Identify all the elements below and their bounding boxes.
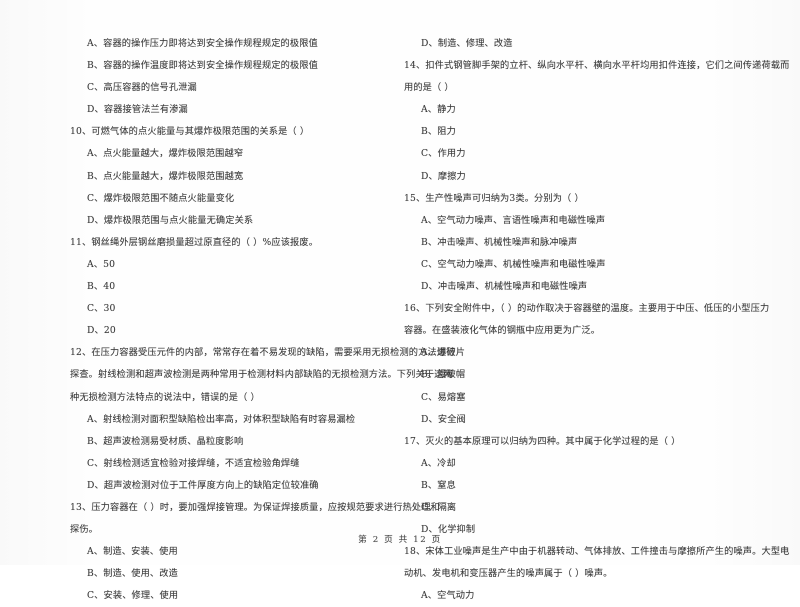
answer-option: D、爆炸极限范围与点火能量无确定关系 [87, 214, 254, 226]
answer-option: D、制造、修理、改造 [421, 38, 513, 49]
page-footer: 第 2 页 共 12 页 [358, 535, 442, 545]
question-stem: 13、压力容器在（ ）时，要加强焊接管理。为保证焊接质量，应按规范要求进行热处理… [70, 501, 440, 513]
question-stem: 12、在压力容器受压元件的内部，常常存在着不易发现的缺陷，需要采用无损检测的方法… [70, 347, 456, 359]
question-stem: 11、钢丝绳外层钢丝磨损量超过原直径的（ ）%应该报废。 [70, 236, 319, 248]
answer-option: D、容器接管法兰有渗漏 [87, 104, 188, 116]
answer-option: D、超声波检测对位于工件厚度方向上的缺陷定位较准确 [87, 479, 319, 491]
answer-option: A、爆破片 [421, 347, 466, 359]
answer-option: B、40 [87, 281, 116, 293]
question-stem: 17、灭火的基本原理可以归纳为四种。其中属于化学过程的是（ ） [404, 435, 681, 447]
answer-option: B、容器的操作温度即将达到安全操作规程规定的极限值 [87, 60, 319, 72]
question-stem: 14、扣件式钢管脚手架的立杆、纵向水平杆、横向水平杆均用扣件连接，它们之间传递荷… [404, 60, 790, 72]
answer-option: C、作用力 [421, 148, 466, 160]
question-stem-continuation: 容器。在盛装液化气体的钢瓶中应用更为广泛。 [404, 325, 601, 337]
answer-option: A、点火能量越大，爆炸极限范围越窄 [87, 148, 244, 160]
question-stem-continuation: 种无损检测方法特点的说法中，错误的是（ ） [70, 391, 260, 403]
answer-option: B、超声波检测易受材质、晶粒度影响 [87, 435, 244, 447]
answer-option: C、空气动力噪声、机械性噪声和电磁性噪声 [421, 258, 606, 270]
question-stem: 15、生产性噪声可归纳为3类。分别为（ ） [404, 192, 584, 204]
two-column-body: A、容器的操作压力即将达到安全操作规程规定的极限值 B、容器的操作温度即将达到安全… [0, 33, 800, 601]
answer-option: C、爆炸极限范围不随点火能量变化 [87, 192, 235, 204]
question-stem: 16、下列安全附件中，（ ）的动作取决于容器壁的温度。主要用于中压、低压的小型压… [404, 303, 770, 315]
answer-option: A、冷却 [421, 457, 456, 469]
answer-option: C、安装、修理、使用 [87, 590, 179, 602]
answer-option: B、阻力 [421, 126, 456, 138]
answer-option: B、冲击噪声、机械性噪声和脉冲噪声 [421, 236, 578, 248]
answer-option: A、射线检测对面积型缺陷检出率高，对体积型缺陷有时容易漏检 [87, 413, 356, 425]
question-stem-continuation: 探查。射线检测和超声波检测是两种常用于检测材料内部缺陷的无损检测方法。下列关于这… [70, 369, 453, 381]
answer-option: C、射线检测适宜检验对接焊缝，不适宜检验角焊缝 [87, 457, 300, 469]
answer-option: D、冲击噪声、机械性噪声和电磁性噪声 [421, 281, 588, 293]
answer-option: D、摩擦力 [421, 170, 466, 182]
answer-option: C、高压容器的信号孔泄漏 [87, 82, 197, 94]
question-stem: 10、可燃气体的点火能量与其爆炸极限范围的关系是（ ） [70, 126, 310, 138]
answer-option: A、空气动力 [421, 590, 475, 602]
answer-option: B、点火能量越大，爆炸极限范围越宽 [87, 170, 244, 182]
question-stem-continuation: 动机、发电机和变压器产生的噪声属于（ ）噪声。 [404, 568, 613, 580]
answer-option: D、20 [87, 325, 116, 337]
answer-option: A、静力 [421, 104, 456, 116]
question-stem-continuation: 用的是（ ） [404, 82, 454, 94]
answer-option: B、爆破帽 [421, 369, 466, 381]
answer-option: D、安全阀 [421, 413, 466, 425]
document-page: A、容器的操作压力即将达到安全操作规程规定的极限值 B、容器的操作温度即将达到安全… [0, 0, 800, 601]
answer-option: C、隔离 [421, 501, 457, 513]
answer-option: B、窒息 [421, 479, 456, 491]
answer-option: B、制造、使用、改造 [87, 568, 178, 580]
answer-option: A、空气动力噪声、言语性噪声和电磁性噪声 [421, 214, 606, 226]
right-column: D、制造、修理、改造 14、扣件式钢管脚手架的立杆、纵向水平杆、横向水平杆均用扣件… [404, 33, 790, 607]
answer-option: C、易熔塞 [421, 391, 466, 403]
left-column: A、容器的操作压力即将达到安全操作规程规定的极限值 B、容器的操作温度即将达到安全… [70, 33, 456, 607]
answer-option: C、30 [87, 303, 116, 315]
answer-option: A、容器的操作压力即将达到安全操作规程规定的极限值 [87, 38, 318, 49]
answer-option: A、50 [87, 258, 116, 270]
